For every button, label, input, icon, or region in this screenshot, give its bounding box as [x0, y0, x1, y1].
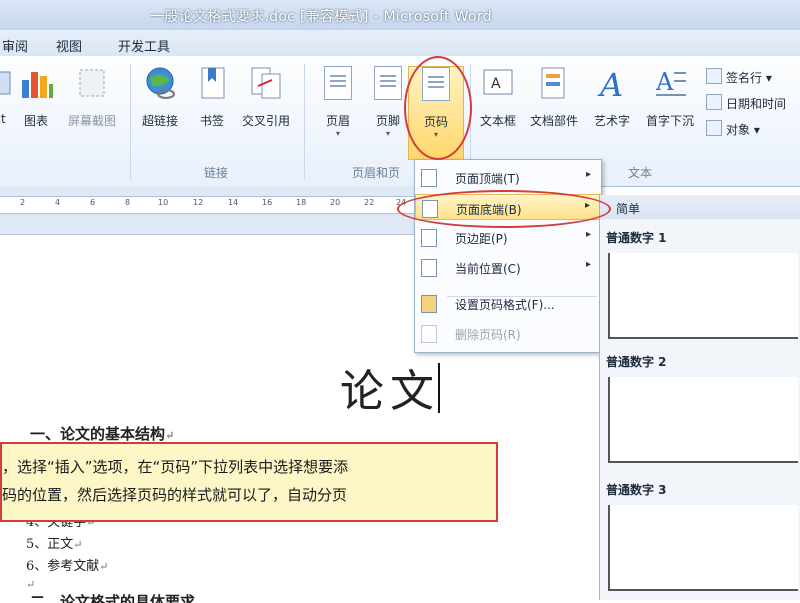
bookmark-button[interactable]: 书签	[184, 66, 240, 129]
group-label-links: 链接	[204, 166, 229, 180]
page-top-icon	[421, 169, 437, 187]
document-title: 论文	[340, 366, 440, 417]
chart-button[interactable]: 图表	[8, 66, 64, 129]
hyperlink-button[interactable]: 超链接	[132, 66, 188, 129]
menu-item-bottom-of-page[interactable]: 页面底端(B) ▸	[415, 194, 601, 220]
menu-item-remove-page-numbers: 删除页码(R)	[415, 320, 601, 346]
header-button[interactable]: 页眉 ▾	[310, 66, 366, 138]
quick-parts-icon	[536, 66, 572, 100]
drop-cap-icon: A	[652, 66, 688, 100]
instruction-callout: ，选择“插入”选项，在“页码”下拉列表中选择想要添 码的位置，然后选择页码的样式…	[0, 442, 498, 522]
submenu-arrow-icon: ▸	[585, 169, 591, 180]
textbox-button[interactable]: A 文本框	[470, 66, 526, 129]
cross-reference-icon	[248, 66, 284, 100]
dropdown-arrow-icon: ▾	[335, 129, 340, 138]
date-time-button[interactable]: 日期和时间	[706, 94, 786, 112]
callout-line-1: ，选择“插入”选项，在“页码”下拉列表中选择想要添	[2, 458, 349, 476]
page-margin-icon	[421, 229, 437, 247]
page-number-button[interactable]: 页码 ▾	[408, 66, 464, 160]
bookmark-icon	[194, 66, 230, 100]
gallery-item-label: 普通数字 2	[606, 355, 667, 369]
screenshot-button[interactable]: 屏幕截图	[64, 66, 120, 129]
quick-parts-button[interactable]: 文档部件	[526, 66, 582, 129]
globe-link-icon	[142, 66, 178, 100]
menu-item-current-position[interactable]: 当前位置(C) ▸	[415, 254, 601, 280]
list-item: 6、参考文献↵	[26, 559, 109, 574]
submenu-arrow-icon: ▸	[585, 259, 591, 270]
window-title: 一般论文格式要求.doc [兼容模式] - Microsoft Word	[150, 9, 492, 25]
svg-text:A: A	[655, 68, 674, 96]
gallery-header: 简单	[600, 195, 800, 219]
signature-icon	[706, 68, 722, 84]
textbox-icon: A	[480, 66, 516, 100]
dropdown-arrow-icon: ▾	[433, 130, 438, 139]
drop-cap-button[interactable]: A 首字下沉	[642, 66, 698, 129]
menu-item-format-page-numbers[interactable]: 设置页码格式(F)...	[415, 290, 601, 316]
ribbon-tabs: 审阅 视图 开发工具	[0, 30, 800, 57]
submenu-arrow-icon: ▸	[585, 229, 591, 240]
group-label-header-footer: 页眉和页	[352, 166, 401, 180]
text-cursor	[438, 363, 440, 413]
gallery-item-plain-number-2[interactable]	[608, 377, 798, 463]
group-separator	[304, 64, 305, 179]
title-bar: 一般论文格式要求.doc [兼容模式] - Microsoft Word	[0, 0, 800, 30]
tab-developer[interactable]: 开发工具	[118, 36, 170, 55]
group-label-text: 文本	[628, 166, 653, 180]
svg-text:A: A	[491, 76, 501, 92]
page-bottom-icon	[422, 200, 438, 218]
wordart-button[interactable]: A 艺术字	[584, 66, 640, 129]
gallery-item-label: 普通数字 3	[606, 483, 667, 497]
page-number-gallery: 简单 普通数字 1 普通数字 2 普通数字 3	[599, 195, 800, 600]
calendar-icon	[706, 94, 722, 110]
gallery-item-plain-number-1[interactable]	[608, 253, 798, 339]
ribbon: ct 图表 屏幕截图 超链接 书签 交	[0, 56, 800, 187]
remove-page-number-icon	[421, 325, 437, 343]
wordart-icon: A	[594, 66, 630, 104]
chart-icon	[18, 66, 54, 100]
menu-item-top-of-page[interactable]: 页面顶端(T) ▸	[415, 164, 601, 190]
signature-line-button[interactable]: 签名行 ▾	[706, 68, 772, 86]
page-number-icon	[422, 67, 450, 101]
cross-reference-button[interactable]: 交叉引用	[238, 66, 294, 129]
menu-item-page-margins[interactable]: 页边距(P) ▸	[415, 224, 601, 250]
svg-text:A: A	[597, 66, 623, 100]
tab-review[interactable]: 审阅	[2, 36, 28, 55]
paragraph-mark: ↵	[26, 578, 36, 591]
object-button[interactable]: 对象 ▾	[706, 120, 760, 138]
header-icon	[324, 66, 352, 100]
list-item: 5、正文↵	[26, 537, 83, 552]
heading-format-requirements: 二、论文格式的具体要求	[30, 593, 196, 603]
format-page-number-icon	[421, 295, 437, 313]
page-number-dropdown: 页面顶端(T) ▸ 页面底端(B) ▸ 页边距(P) ▸ 当前位置(C) ▸ 设…	[414, 159, 602, 353]
object-icon	[706, 120, 722, 136]
gallery-item-plain-number-3[interactable]	[608, 505, 798, 591]
footer-icon	[374, 66, 402, 100]
current-position-icon	[421, 259, 437, 277]
callout-line-2: 码的位置，然后选择页码的样式就可以了，自动分页	[2, 486, 348, 504]
tab-view[interactable]: 视图	[56, 36, 82, 55]
gallery-item-label: 普通数字 1	[606, 231, 667, 245]
screenshot-icon	[74, 66, 110, 100]
submenu-arrow-icon: ▸	[584, 200, 590, 211]
heading-basic-structure: 一、论文的基本结构↵	[30, 425, 175, 443]
group-separator	[130, 64, 131, 179]
